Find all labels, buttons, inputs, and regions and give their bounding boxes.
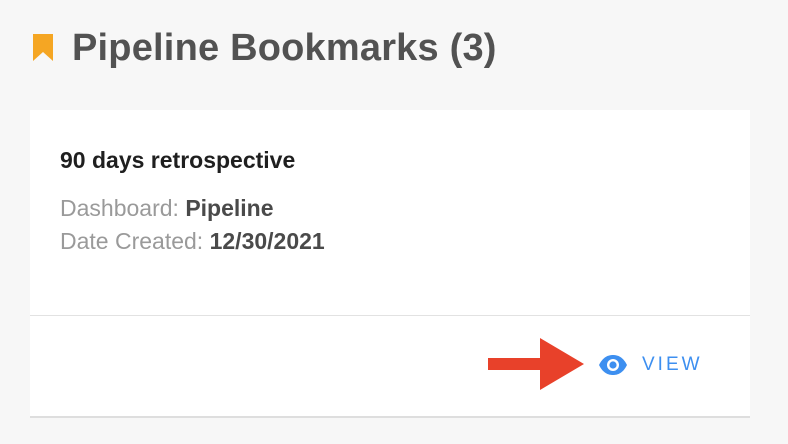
date-created-label: Date Created: — [60, 228, 204, 254]
view-button[interactable]: VIEW — [598, 350, 703, 380]
page-title: Pipeline Bookmarks (3) — [72, 27, 497, 69]
bookmark-date-row: Date Created: 12/30/2021 — [60, 225, 720, 258]
eye-icon — [598, 354, 628, 376]
page-header: Pipeline Bookmarks (3) — [32, 24, 497, 72]
dashboard-value: Pipeline — [185, 195, 274, 221]
bookmark-card-footer: VIEW — [30, 316, 750, 415]
bookmark-title: 90 days retrospective — [60, 147, 296, 173]
bookmark-card-body: 90 days retrospective Dashboard: Pipelin… — [30, 110, 750, 316]
bookmark-dashboard-row: Dashboard: Pipeline — [60, 192, 720, 225]
date-created-value: 12/30/2021 — [209, 228, 325, 254]
arrow-right-icon — [488, 338, 584, 390]
bookmark-card: 90 days retrospective Dashboard: Pipelin… — [30, 110, 750, 418]
bookmark-icon — [32, 34, 54, 62]
dashboard-label: Dashboard: — [60, 195, 179, 221]
view-label: VIEW — [642, 354, 703, 375]
